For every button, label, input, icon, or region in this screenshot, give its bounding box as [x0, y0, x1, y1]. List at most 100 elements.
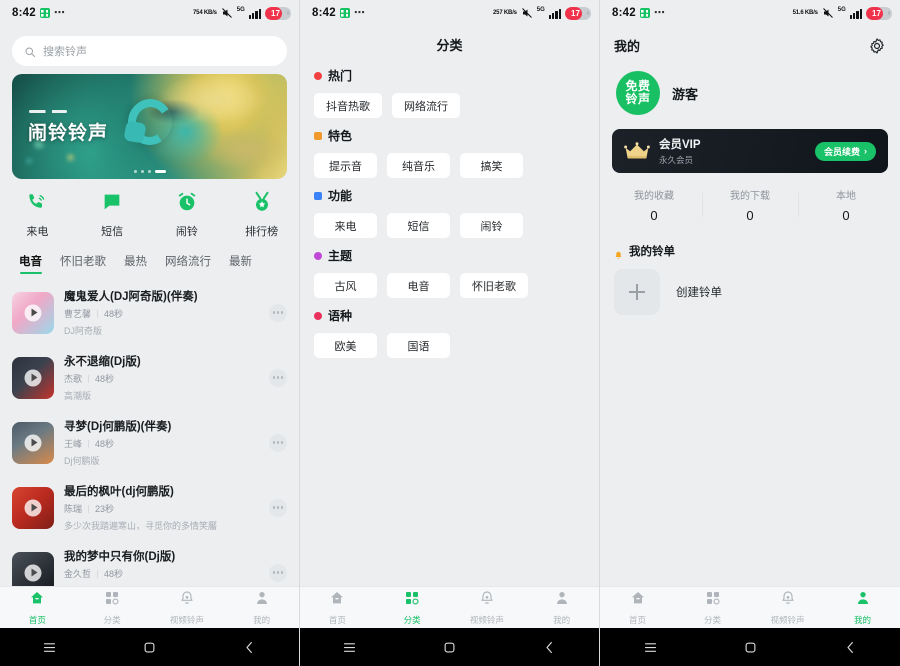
- network-type-label: 5G: [536, 6, 545, 13]
- network-speed-3: 51.6 KB/s: [792, 9, 818, 16]
- chip-dianyin[interactable]: 电音: [387, 273, 450, 298]
- tab-mine[interactable]: 我的: [224, 590, 299, 626]
- status-overflow-dots-icon: ⋯: [653, 7, 666, 19]
- quick-action-ranking[interactable]: 排行榜: [224, 191, 299, 239]
- chip-oldies[interactable]: 怀旧老歌: [460, 273, 528, 298]
- chip-mandarin[interactable]: 国语: [387, 333, 450, 358]
- tab-home[interactable]: 首页: [600, 590, 675, 626]
- song-more-button[interactable]: [269, 303, 287, 322]
- hero-banner[interactable]: 闹铃铃声: [12, 74, 287, 179]
- create-ringtone-list-button[interactable]: [614, 269, 660, 315]
- list-item[interactable]: 永不退缩(Dj版) 杰歌 48秒 高潮版: [0, 345, 299, 410]
- stat-favorites[interactable]: 我的收藏 0: [606, 187, 702, 223]
- tab-mine[interactable]: 我的: [524, 590, 599, 626]
- play-icon[interactable]: [24, 434, 42, 451]
- tab-label: 首页: [328, 614, 346, 625]
- tab-dianyin[interactable]: 电音: [10, 249, 51, 276]
- quick-action-sms[interactable]: 短信: [75, 191, 150, 239]
- gear-icon[interactable]: [868, 37, 886, 55]
- tab-category[interactable]: 分类: [375, 590, 450, 626]
- home-button[interactable]: [400, 640, 500, 655]
- song-cover[interactable]: [12, 486, 54, 529]
- song-subtitle: 王峰 48秒: [64, 437, 259, 450]
- tab-category[interactable]: 分类: [675, 590, 750, 626]
- tab-huaijiulaoge[interactable]: 怀旧老歌: [51, 249, 115, 276]
- avatar[interactable]: 免费 铃声: [616, 71, 660, 115]
- recents-button[interactable]: [600, 640, 700, 655]
- chip-notification-tone[interactable]: 提示音: [314, 153, 377, 178]
- vip-renew-button[interactable]: 会员续费 ›: [814, 141, 876, 161]
- play-icon[interactable]: [24, 304, 42, 321]
- play-icon[interactable]: [24, 499, 42, 516]
- tab-zuixin[interactable]: 最新: [220, 249, 261, 276]
- phone-screen-mine: 8:42 ⋯ 51.6 KB/s 5G 17 我的 免费 铃声 游客 会员VIP…: [600, 0, 900, 666]
- grid-icon: [404, 590, 420, 611]
- quick-action-alarm[interactable]: 闹铃: [150, 191, 225, 239]
- tab-video-ringtone[interactable]: 视频铃声: [450, 590, 525, 626]
- play-icon[interactable]: [24, 369, 42, 386]
- song-more-button[interactable]: [269, 563, 287, 582]
- chip-incoming-call[interactable]: 来电: [314, 213, 377, 238]
- quick-action-label: 闹铃: [175, 226, 198, 238]
- vip-banner[interactable]: 会员VIP 永久会员 会员续费 ›: [612, 129, 888, 173]
- chip-sms[interactable]: 短信: [387, 213, 450, 238]
- banner-divider: [29, 110, 67, 113]
- list-item[interactable]: 最后的枫叶(dj何鹏版) 陈瑞 23秒 多少次我踏遍寒山，寻觅你的多情笑靨: [0, 475, 299, 540]
- create-ringtone-list-row[interactable]: 创建铃单: [600, 259, 900, 315]
- chip-pure-music[interactable]: 纯音乐: [387, 153, 450, 178]
- tab-wangluoliuxing[interactable]: 网络流行: [156, 249, 220, 276]
- tab-zuire[interactable]: 最热: [115, 249, 156, 276]
- search-input[interactable]: 搜索铃声: [12, 36, 287, 66]
- song-cover[interactable]: [12, 356, 54, 399]
- tab-video-ringtone[interactable]: 视频铃声: [750, 590, 825, 626]
- quick-action-incoming-call[interactable]: 来电: [0, 191, 75, 239]
- song-cover[interactable]: [12, 291, 54, 334]
- quick-action-label: 来电: [26, 226, 49, 238]
- profile-row[interactable]: 免费 铃声 游客: [600, 57, 900, 125]
- search-icon: [24, 45, 36, 57]
- user-nickname: 游客: [672, 86, 699, 102]
- song-cover[interactable]: [12, 421, 54, 464]
- tab-category[interactable]: 分类: [75, 590, 150, 626]
- recents-button[interactable]: [0, 640, 100, 655]
- list-item[interactable]: 寻梦(Dj何鹏版)(伴奏) 王峰 48秒 Dj何鹏版: [0, 410, 299, 475]
- tab-label: 视频铃声: [469, 614, 504, 625]
- tab-video-ringtone[interactable]: 视频铃声: [150, 590, 225, 626]
- chip-guffeng[interactable]: 古风: [314, 273, 377, 298]
- tab-home[interactable]: 首页: [0, 590, 75, 626]
- list-item[interactable]: 魔鬼爱人(DJ阿奇版)(伴奏) 曹艺馨 48秒 DJ阿奇版: [0, 280, 299, 345]
- group-label: 特色: [328, 129, 353, 143]
- status-overflow-dots-icon: ⋯: [53, 7, 66, 19]
- chip-alarm[interactable]: 闹铃: [460, 213, 523, 238]
- category-group-language: 语种 欧美 国语: [300, 298, 599, 358]
- song-more-button[interactable]: [269, 368, 287, 387]
- banner-pagination[interactable]: [133, 170, 166, 173]
- tab-label: 我的: [853, 614, 871, 625]
- back-button[interactable]: [499, 640, 599, 655]
- tab-home[interactable]: 首页: [300, 590, 375, 626]
- song-title: 永不退缩(Dj版): [64, 356, 141, 368]
- chip-douyin-hot[interactable]: 抖音热歌: [314, 93, 382, 118]
- song-cover[interactable]: [12, 551, 54, 586]
- back-button[interactable]: [800, 640, 900, 655]
- song-more-button[interactable]: [269, 433, 287, 452]
- stat-local[interactable]: 本地 0: [798, 187, 894, 223]
- stat-downloads[interactable]: 我的下载 0: [702, 187, 798, 223]
- chip-funny[interactable]: 搞笑: [460, 153, 523, 178]
- chip-web-popular[interactable]: 网络流行: [392, 93, 460, 118]
- medal-icon: [251, 191, 273, 218]
- network-type-label: 5G: [236, 6, 245, 13]
- home-button[interactable]: [700, 640, 800, 655]
- list-item[interactable]: 我的梦中只有你(Dj版) 金久哲 48秒 Dj版: [0, 540, 299, 586]
- app-badge-icon: [339, 8, 350, 18]
- vip-subtitle: 永久会员: [659, 155, 694, 165]
- tab-mine[interactable]: 我的: [825, 590, 900, 626]
- home-button[interactable]: [100, 640, 200, 655]
- chip-western[interactable]: 欧美: [314, 333, 377, 358]
- bell-icon: [614, 247, 623, 259]
- play-icon[interactable]: [24, 564, 42, 581]
- back-button[interactable]: [199, 640, 299, 655]
- song-more-button[interactable]: [269, 498, 287, 517]
- recents-button[interactable]: [300, 640, 400, 655]
- create-ringtone-list-label: 创建铃单: [676, 287, 722, 299]
